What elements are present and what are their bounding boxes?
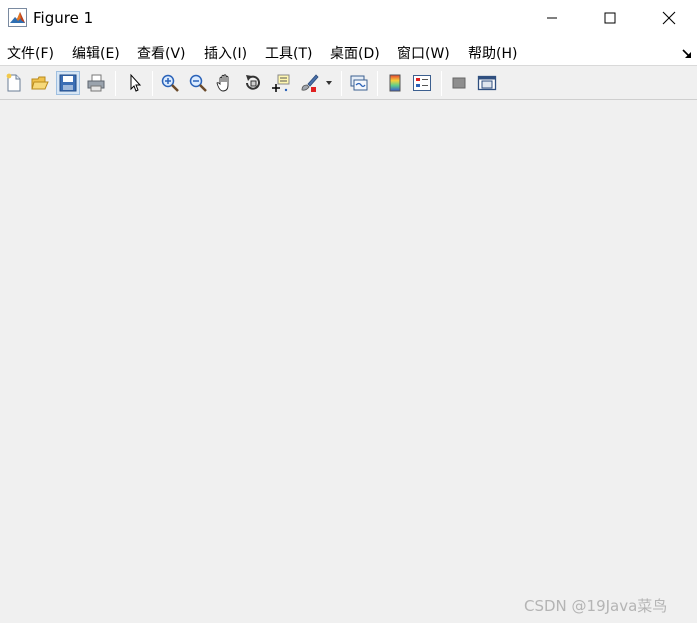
show-plot-tools-button[interactable] (475, 71, 499, 95)
figure-toolbar (0, 67, 697, 100)
maximize-button[interactable] (582, 0, 638, 36)
menu-window[interactable]: 窗口(W) (397, 43, 450, 63)
figure-canvas[interactable] (0, 100, 697, 623)
toolbar-separator (152, 71, 153, 96)
pan-button[interactable] (213, 71, 237, 95)
zoom-out-button[interactable] (186, 71, 210, 95)
toolbar-separator (115, 71, 116, 96)
brush-dropdown-button[interactable] (322, 71, 336, 95)
zoom-out-icon (189, 74, 207, 92)
link-plot-icon (350, 75, 368, 91)
brush-icon (301, 74, 319, 92)
matlab-icon[interactable] (8, 8, 27, 27)
hide-plot-tools-button[interactable] (447, 71, 471, 95)
title-bar: Figure 1 (0, 0, 697, 36)
rotate-3d-button[interactable] (241, 71, 265, 95)
close-icon (662, 11, 676, 25)
toolbar-separator (377, 71, 378, 96)
watermark: CSDN @19Java菜鸟 (524, 597, 668, 615)
window-title: Figure 1 (33, 9, 94, 27)
insert-colorbar-icon (389, 74, 401, 92)
insert-legend-button[interactable] (410, 71, 434, 95)
minimize-button[interactable] (524, 0, 580, 36)
new-figure-icon (6, 73, 21, 92)
close-button[interactable] (641, 0, 697, 36)
print-icon (87, 74, 105, 92)
menu-help[interactable]: 帮助(H) (468, 43, 517, 63)
pan-icon (216, 74, 229, 92)
toolbar-separator (341, 71, 342, 96)
zoom-in-icon (161, 74, 179, 92)
link-plot-button[interactable] (347, 71, 371, 95)
new-figure-button[interactable] (2, 71, 26, 95)
rotate-3d-icon (246, 75, 260, 90)
zoom-in-button[interactable] (158, 71, 182, 95)
menu-insert[interactable]: 插入(I) (204, 43, 247, 63)
dock-arrow-icon[interactable] (681, 45, 693, 58)
toolbar-separator (441, 71, 442, 96)
edit-plot-button[interactable] (123, 71, 147, 95)
menu-file[interactable]: 文件(F) (7, 43, 54, 63)
menu-view[interactable]: 查看(V) (137, 43, 186, 63)
insert-legend-icon (413, 75, 431, 91)
open-file-icon (31, 76, 49, 90)
insert-colorbar-button[interactable] (383, 71, 407, 95)
minimize-icon (547, 17, 557, 19)
brush-button[interactable] (297, 71, 321, 95)
hide-plot-tools-icon (452, 77, 466, 89)
data-cursor-button[interactable] (269, 71, 293, 95)
brush-dropdown-icon (326, 81, 332, 85)
data-cursor-icon (272, 74, 290, 92)
open-file-button[interactable] (28, 71, 52, 95)
maximize-icon (604, 12, 616, 24)
menu-tools[interactable]: 工具(T) (265, 43, 312, 63)
save-button[interactable] (56, 71, 80, 95)
save-icon (59, 74, 77, 92)
print-button[interactable] (84, 71, 108, 95)
menu-desktop[interactable]: 桌面(D) (330, 43, 380, 63)
menu-bar: 文件(F) 编辑(E) 查看(V) 插入(I) 工具(T) 桌面(D) 窗口(W… (0, 36, 697, 66)
show-plot-tools-icon (477, 75, 497, 91)
edit-plot-icon (130, 73, 142, 92)
menu-edit[interactable]: 编辑(E) (72, 43, 120, 63)
